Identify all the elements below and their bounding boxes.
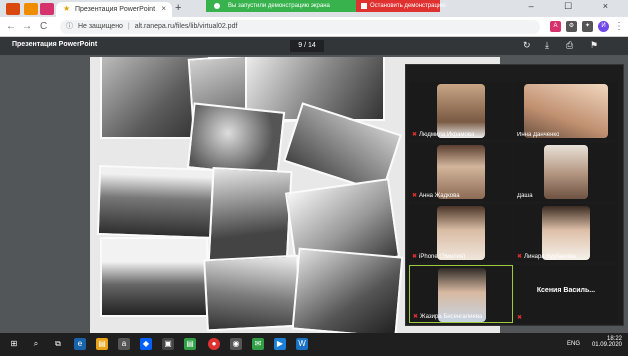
pdf-title: Презентация PowerPoint	[12, 41, 98, 48]
participant-video	[437, 84, 485, 138]
download-icon[interactable]: ⤓	[545, 40, 549, 51]
reload-button[interactable]: C	[40, 21, 47, 32]
url-separator: |	[127, 23, 130, 30]
address-bar-row: ← → C ⓘ Не защищено | alt.ranepa.ru/file…	[0, 17, 628, 37]
page-indicator[interactable]: 9 / 14	[290, 40, 324, 52]
participant-name-text: Инна Данченко	[517, 132, 560, 138]
app-icon[interactable]: ◉	[230, 338, 242, 350]
muted-mic-icon: ✖	[412, 193, 418, 199]
window-controls[interactable]: – ☐ ×	[529, 1, 622, 12]
participant-name-text: Линара Курбанова	[524, 254, 576, 260]
store-icon[interactable]: a	[118, 338, 130, 350]
participant-name-text: Людмила Икрамова	[419, 132, 475, 138]
pinned-tab-icon[interactable]	[24, 3, 38, 15]
word-icon[interactable]: W	[296, 338, 308, 350]
chrome-icon[interactable]: ●	[208, 338, 220, 350]
stop-share-label: Остановить демонстрацию	[370, 3, 446, 9]
rotate-icon[interactable]: ↻	[523, 40, 531, 51]
url-security-label: Не защищено	[77, 23, 123, 30]
participant-tile-active-speaker[interactable]: ✖ Жазира Бисенгалиева	[409, 265, 513, 323]
share-status-icon	[214, 3, 220, 9]
war-photo	[291, 247, 404, 333]
participant-video	[542, 206, 590, 260]
system-clock[interactable]: 18:22 01.09.2020	[592, 336, 622, 348]
dropbox-icon[interactable]: ◆	[140, 338, 152, 350]
participant-tile[interactable]: ✖ iPhone (Эмилия)	[409, 204, 513, 262]
pinned-tab-icon[interactable]	[40, 3, 54, 15]
extension-icon[interactable]: A	[550, 21, 561, 32]
extensions-puzzle-icon[interactable]: ✦	[582, 21, 593, 32]
clock-date: 01.09.2020	[591, 342, 622, 348]
participant-tile[interactable]: Даша	[514, 143, 618, 201]
participant-tile[interactable]: Инна Данченко	[514, 82, 618, 140]
participant-name-text: Даша	[517, 193, 533, 199]
tank-photo	[100, 237, 208, 317]
muted-mic-icon: ✖	[413, 314, 419, 320]
participant-tile[interactable]: ✖ Линара Курбанова	[514, 204, 618, 262]
app-icon[interactable]: ▤	[184, 338, 196, 350]
muted-mic-icon: ✖	[517, 254, 523, 260]
screen-share-status-text: Вы запустили демонстрацию экрана	[228, 3, 330, 9]
stop-share-button[interactable]: Остановить демонстрацию	[356, 0, 446, 12]
war-photo	[186, 102, 286, 178]
edge-icon[interactable]: e	[74, 338, 86, 350]
participant-name-text: Ксения Василь...	[536, 287, 596, 294]
participant-name-text: iPhone (Эмилия)	[419, 254, 466, 260]
pdf-viewer: ✖ Людмила Икрамова Инна Данченко ✖ Анна Жа…	[0, 55, 628, 333]
tab-strip: ★ Презентация PowerPoint × + Вы запустил…	[0, 0, 628, 17]
forward-button[interactable]: →	[22, 21, 32, 32]
muted-mic-icon: ✖	[412, 132, 418, 138]
url-text: alt.ranepa.ru/files/lib/virtual02.pdf	[134, 23, 238, 30]
new-tab-button[interactable]: +	[175, 2, 181, 14]
muted-mic-icon: ✖	[412, 254, 418, 260]
zoom-icon[interactable]: ▶	[274, 338, 286, 350]
participant-tile[interactable]: Ксения Василь... ✖	[514, 265, 618, 323]
pinned-tab-icon[interactable]	[6, 3, 20, 15]
pdf-favicon-icon: ★	[63, 4, 71, 13]
screen-share-banner: Вы запустили демонстрацию экрана Останов…	[206, 0, 446, 12]
participant-name: ✖ iPhone (Эмилия)	[412, 253, 465, 260]
keyboard-language[interactable]: ENG	[567, 341, 580, 347]
participant-name: ✖ Людмила Икрамова	[412, 131, 474, 138]
stop-icon	[361, 3, 367, 9]
tab-close-icon[interactable]: ×	[161, 4, 166, 13]
search-icon[interactable]: ⌕	[30, 338, 42, 350]
soldiers-photo	[96, 165, 215, 239]
participant-name: ✖ Линара Курбанова	[517, 253, 576, 260]
participant-video	[437, 145, 485, 199]
url-input[interactable]: ⓘ Не защищено | alt.ranepa.ru/files/lib/…	[60, 20, 540, 34]
pdf-toolbar: Презентация PowerPoint 9 / 14 ↻ ⤓ ⎙ ⚑	[0, 37, 628, 55]
app-icon[interactable]: ✉	[252, 338, 264, 350]
bookmark-icon[interactable]: ⚑	[590, 40, 598, 51]
participant-tile[interactable]: ✖ Людмила Икрамова	[409, 82, 513, 140]
participant-video	[544, 145, 588, 199]
participant-video	[437, 206, 485, 260]
war-photo	[203, 254, 302, 332]
back-button[interactable]: ←	[6, 21, 16, 32]
screen-share-status: Вы запустили демонстрацию экрана	[206, 0, 356, 12]
extension-icon[interactable]: ⚙	[566, 21, 577, 32]
warning-icon: ⓘ	[66, 23, 73, 30]
participant-name-text: Жазира Бисенгалиева	[420, 314, 483, 320]
tab-title: Презентация PowerPoint	[75, 6, 156, 13]
print-icon[interactable]: ⎙	[566, 40, 573, 51]
participant-name: ✖ Жазира Бисенгалиева	[413, 313, 482, 320]
video-conference-panel: ✖ Людмила Икрамова Инна Данченко ✖ Анна Жа…	[405, 64, 624, 326]
participant-name: ✖ Анна Жадкова	[412, 192, 460, 199]
file-explorer-icon[interactable]: ▤	[96, 338, 108, 350]
task-view-icon[interactable]: ⧉	[52, 338, 64, 350]
browser-tab-active[interactable]: ★ Презентация PowerPoint ×	[56, 2, 172, 17]
windows-taskbar: ⊞ ⌕ ⧉ e ▤ a ◆ ▣ ▤ ● ◉ ✉ ▶ W ENG 18:22 01…	[0, 333, 628, 356]
windows-start-icon[interactable]: ⊞	[8, 338, 20, 350]
browser-menu-icon[interactable]: ⋮	[614, 21, 624, 32]
participant-tile[interactable]: ✖ Анна Жадкова	[409, 143, 513, 201]
profile-avatar[interactable]: И	[598, 21, 609, 32]
app-icon[interactable]: ▣	[162, 338, 174, 350]
participant-video	[524, 84, 608, 138]
muted-mic-icon: ✖	[517, 315, 523, 321]
participant-name-text: Анна Жадкова	[419, 193, 460, 199]
